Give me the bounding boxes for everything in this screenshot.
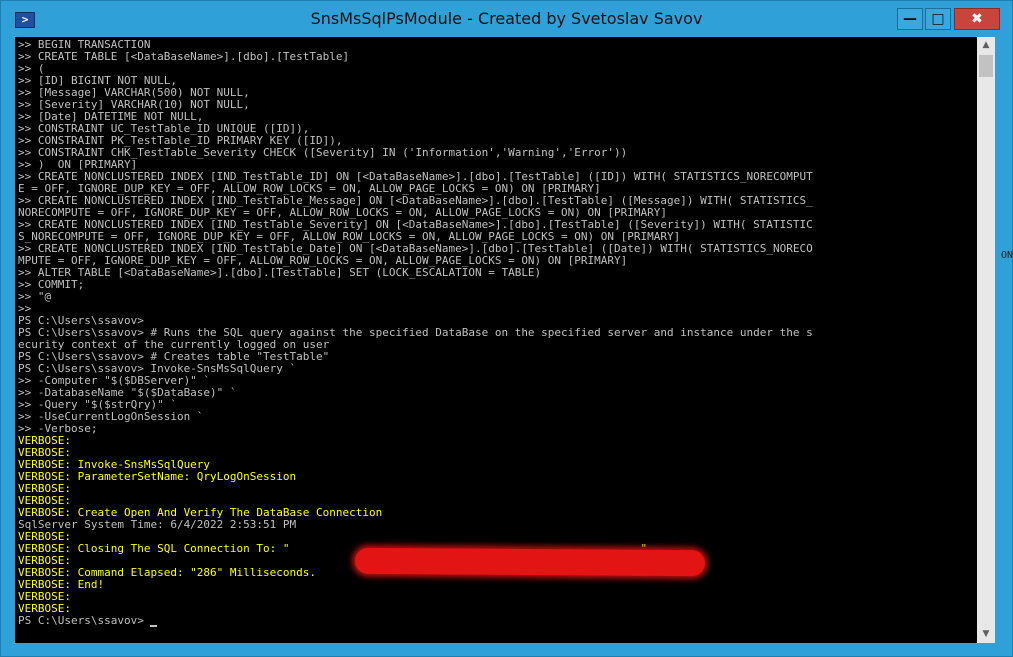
verbose-line: VERBOSE: (18, 434, 71, 447)
powershell-window: > SnsMsSqlPsModule - Created by Svetosla… (0, 0, 1013, 657)
console-line: >> (18, 302, 32, 315)
console-line: >> ALTER TABLE [<DataBaseName>].[dbo].[T… (18, 266, 542, 279)
console-line: >> "@ (18, 290, 52, 303)
console-line: SqlServer System Time: 6/4/2022 2:53:51 … (18, 518, 297, 531)
vertical-scrollbar[interactable]: ▲ ▼ (977, 37, 995, 643)
scroll-down-arrow-icon[interactable]: ▼ (977, 626, 995, 643)
maximize-button[interactable]: □ (925, 8, 951, 30)
console-output[interactable]: >> BEGIN TRANSACTION >> CREATE TABLE [<Da… (15, 37, 977, 643)
verbose-line: VERBOSE: (18, 602, 71, 615)
console-line: >> -UseCurrentLogOnSession ` (18, 410, 204, 423)
console-line: >> CONSTRAINT CHK_TestTable_Severity CHE… (18, 146, 628, 159)
verbose-line: VERBOSE: (18, 590, 71, 603)
title-bar[interactable]: > SnsMsSqlPsModule - Created by Svetosla… (1, 1, 1012, 37)
scroll-thumb[interactable] (979, 55, 993, 77)
console-line: PS C:\Users\ssavov> (18, 615, 977, 627)
close-button[interactable]: ✖ (954, 8, 1000, 30)
verbose-line: VERBOSE: ParameterSetName: QryLogOnSessi… (18, 470, 297, 483)
console-line: >> -Verbose; (18, 422, 98, 435)
verbose-line: VERBOSE: (18, 482, 71, 495)
console-line: >> CREATE TABLE [<DataBaseName>].[dbo].[… (18, 50, 350, 63)
scroll-up-arrow-icon[interactable]: ▲ (977, 37, 995, 54)
verbose-line: VERBOSE: End! (18, 578, 105, 591)
minimize-button[interactable]: — (897, 8, 923, 30)
redaction-mark (354, 547, 706, 577)
console-line: >> COMMIT; (18, 278, 85, 291)
window-title: SnsMsSqlPsModule - Created by Svetoslav … (310, 9, 703, 28)
console-text: >> BEGIN TRANSACTION >> CREATE TABLE [<Da… (15, 37, 977, 627)
background-text-fragment: ON (1001, 250, 1013, 261)
text-cursor (150, 625, 158, 627)
